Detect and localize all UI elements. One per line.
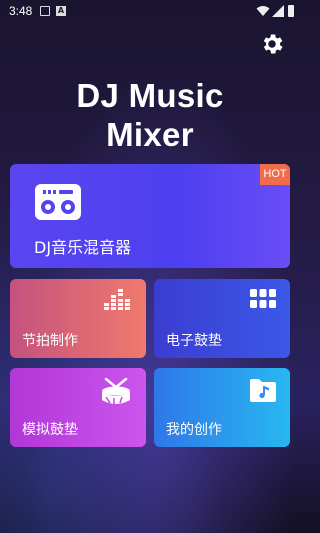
drum-pad-label: 电子鼓垫 xyxy=(166,333,222,349)
music-folder-icon xyxy=(250,379,276,402)
image-notification-icon xyxy=(40,6,50,16)
drum-simulator-card[interactable]: 模拟鼓垫 xyxy=(10,368,146,447)
my-creations-card[interactable]: 我的创作 xyxy=(154,368,290,447)
pad-grid-icon xyxy=(250,289,276,308)
dj-mixer-label: DJ音乐混音器 xyxy=(34,238,132,257)
beat-maker-card[interactable]: 节拍制作 xyxy=(10,279,146,358)
app-title: DJ Music Mixer xyxy=(0,76,300,154)
boombox-icon xyxy=(35,184,81,220)
status-bar: 3:48 A xyxy=(0,0,300,24)
wifi-icon xyxy=(256,6,270,16)
signal-icon xyxy=(272,5,284,17)
app-title-line-2: Mixer xyxy=(106,116,194,153)
a-notification-icon: A xyxy=(56,6,66,16)
beat-maker-label: 节拍制作 xyxy=(22,333,78,349)
battery-icon xyxy=(288,5,294,17)
equalizer-icon xyxy=(104,289,130,310)
hot-badge: HOT xyxy=(260,164,290,185)
drum-simulator-label: 模拟鼓垫 xyxy=(22,422,78,438)
gear-icon[interactable] xyxy=(259,31,285,57)
app-title-line-1: DJ Music xyxy=(76,77,224,114)
drum-pad-card[interactable]: 电子鼓垫 xyxy=(154,279,290,358)
my-creations-label: 我的创作 xyxy=(166,422,222,438)
dj-mixer-card[interactable]: HOT DJ音乐混音器 xyxy=(10,164,290,268)
drum-icon xyxy=(102,378,130,404)
status-time: 3:48 xyxy=(9,4,33,18)
